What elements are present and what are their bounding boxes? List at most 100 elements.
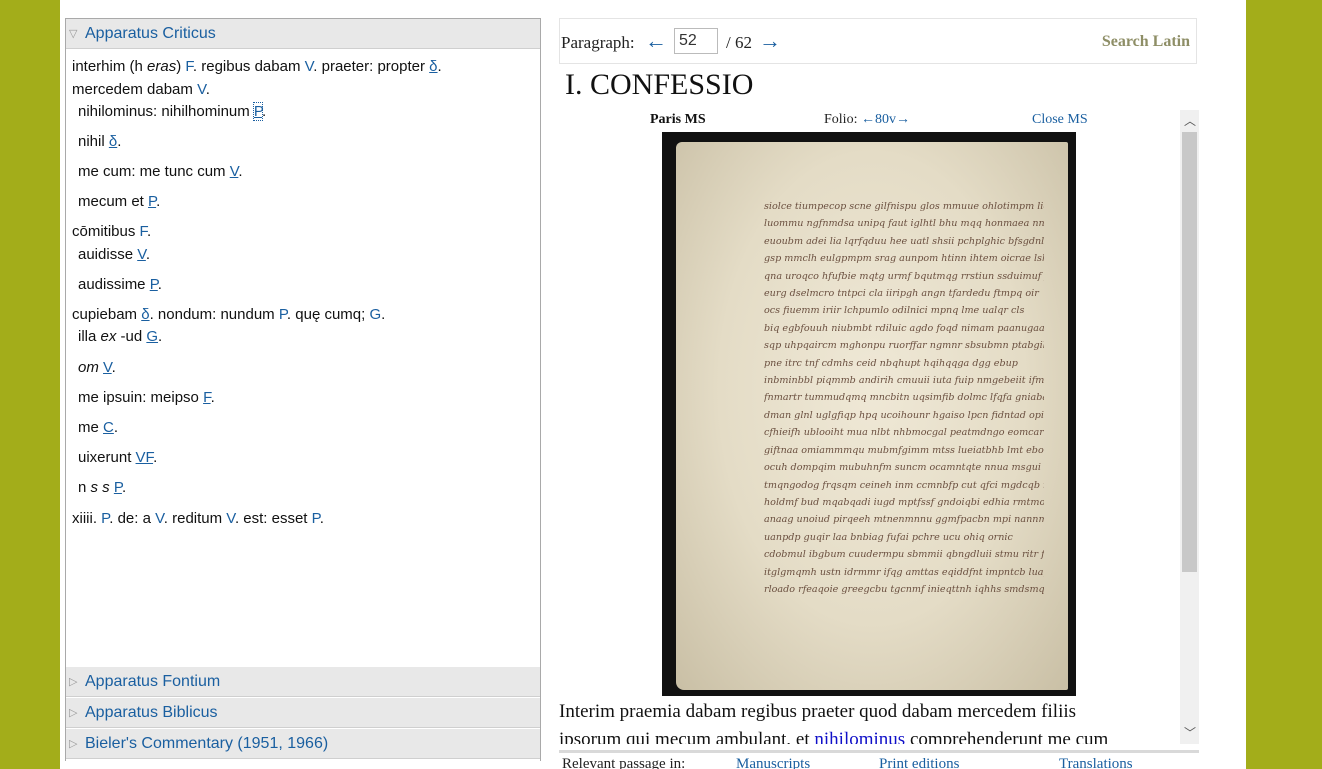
folio-previous-arrow-icon[interactable]: ← xyxy=(861,112,875,127)
apparatus-entry: uixerunt VF. xyxy=(78,447,157,469)
entry-text: audissime xyxy=(78,276,150,293)
entry-text: . xyxy=(147,223,152,240)
manuscript-viewer[interactable]: Paris MS Folio: ←80v→ Close MS siolce ti… xyxy=(559,110,1199,744)
folio-label: Folio: xyxy=(824,112,858,127)
manuscript-siglum-link[interactable]: F xyxy=(203,389,211,406)
apparatus-entry: n s s P. xyxy=(78,477,126,499)
manuscript-siglum-link[interactable]: P xyxy=(279,306,287,323)
handwriting-line: siolce tiumpecop scne gilfnispu glos mmu… xyxy=(764,201,1044,212)
manuscript-handwriting: siolce tiumpecop scne gilfnispu glos mmu… xyxy=(764,198,1044,598)
entry-text: auidisse xyxy=(78,246,138,263)
entry-text: . xyxy=(121,479,127,496)
entry-text: me cum: me tunc cum xyxy=(78,163,230,180)
entry-text: . est: esset xyxy=(234,510,312,527)
apparatus-entry: cupiebam δ. nondum: nundum P. quę cumq; … xyxy=(72,304,385,326)
entry-text: . xyxy=(238,163,243,180)
manuscript-siglum-link[interactable]: δ xyxy=(141,306,149,323)
handwriting-line: itglgmqmh ustn idrmmr ifqg amttas eqiddf… xyxy=(764,566,1044,578)
scrollbar-thumb[interactable] xyxy=(1182,132,1197,572)
apparatus-entry: auidisse V. xyxy=(78,244,150,266)
manuscript-siglum-link[interactable]: C xyxy=(103,419,114,436)
handwriting-line: qna uroqco hfufbie mqtg urmf bqutmqg rrs… xyxy=(764,270,1044,282)
manuscript-siglum-link[interactable]: F xyxy=(140,223,148,240)
entry-text: . regibus dabam xyxy=(192,58,305,75)
triangle-right-icon: ▷ xyxy=(69,676,78,688)
entry-text: . xyxy=(205,81,210,98)
paragraph-number-input[interactable] xyxy=(674,28,718,54)
manuscript-page: siolce tiumpecop scne gilfnispu glos mmu… xyxy=(676,142,1068,690)
entry-text: mecum et xyxy=(78,193,149,210)
manuscript-siglum-link[interactable]: V xyxy=(137,246,146,263)
commentary-header[interactable]: ▷ Bieler's Commentary (1951, 1966) xyxy=(66,729,540,759)
manuscript-siglum-link[interactable]: V xyxy=(155,510,164,527)
viewer-scrollbar[interactable]: ︿ ﹀ xyxy=(1180,110,1199,744)
close-manuscript-link[interactable]: Close MS xyxy=(1032,112,1088,128)
manuscript-siglum-link[interactable]: δ xyxy=(109,133,117,150)
section-title: I. CONFESSIO xyxy=(565,68,754,101)
entry-text: cōmitibus xyxy=(72,223,140,240)
handwriting-line: fnmartr tummudqmq mncbitn uqsimfib dolmc… xyxy=(764,392,1044,404)
apparatus-criticus-header[interactable]: ▽ Apparatus Criticus xyxy=(66,19,540,49)
manuscript-siglum-link[interactable]: V xyxy=(305,58,314,75)
handwriting-line: tmqngodog frqsqm ceineh inm ccmnbfp cut … xyxy=(764,479,1044,491)
entry-text: . xyxy=(153,449,158,466)
manuscript-siglum-link[interactable]: P xyxy=(148,193,156,210)
apparatus-fontium-header[interactable]: ▷ Apparatus Fontium xyxy=(66,667,540,697)
manuscript-siglum-link[interactable]: V xyxy=(197,81,206,98)
translations-link[interactable]: Translations xyxy=(1059,756,1133,769)
manuscript-siglum-link[interactable]: P xyxy=(312,510,320,527)
manuscript-siglum-link[interactable]: V xyxy=(103,359,112,376)
handwriting-line: euoubm adei lia lqrfqduu hee uatl shsii … xyxy=(764,235,1044,247)
folio-navigation: Folio: ←80v→ xyxy=(824,112,910,128)
paragraph-label: Paragraph: xyxy=(561,33,635,52)
latin-line: ipsorum qui mecum ambulant, et nihilomin… xyxy=(559,726,1180,744)
entry-text: nihilominus: nihilhominum xyxy=(78,103,254,120)
manuscript-siglum-link[interactable]: P xyxy=(114,479,122,496)
latin-text-segment: ipsorum qui mecum ambulant, et xyxy=(559,729,815,744)
relevant-passage-label: Relevant passage in: xyxy=(562,756,686,769)
latin-line: Interim praemia dabam regibus praeter qu… xyxy=(559,701,1077,722)
scroll-up-icon[interactable]: ︿ xyxy=(1184,112,1196,129)
entry-text: . xyxy=(437,58,442,75)
apparatus-entry: xiiii. P. de: a V. reditum V. est: esset… xyxy=(72,508,324,530)
print-editions-link[interactable]: Print editions xyxy=(879,756,959,769)
entry-text: cupiebam xyxy=(72,306,142,323)
apparatus-biblicus-header[interactable]: ▷ Apparatus Biblicus xyxy=(66,698,540,728)
manuscript-siglum-link[interactable]: P xyxy=(252,102,264,121)
entry-text: nihil xyxy=(78,133,109,150)
manuscript-siglum-link[interactable]: V xyxy=(226,510,235,527)
divider xyxy=(559,750,1199,753)
manuscript-siglum-link[interactable]: G xyxy=(369,306,381,323)
apparatus-entry: cōmitibus F. xyxy=(72,221,151,243)
entry-text: mercedem dabam xyxy=(72,81,198,98)
handwriting-line: eurg dselmcro tntpci cla iiripgh angn tf… xyxy=(764,288,1039,300)
apparatus-entry: nihil δ. xyxy=(78,131,121,153)
manuscript-siglum-link[interactable]: G xyxy=(146,328,158,345)
apparatus-entry: nihilominus: nihilhominum P. xyxy=(78,101,266,123)
next-paragraph-arrow-icon[interactable]: → xyxy=(759,28,781,54)
handwriting-line: inbminbbl piqmmb andirih cmuuii iuta fui… xyxy=(764,375,1044,387)
nihilominus-link[interactable]: nihilominus xyxy=(814,729,905,744)
manuscript-siglum-link[interactable]: δ xyxy=(429,58,437,75)
apparatus-entry: interhim (h eras) F. regibus dabam V. pr… xyxy=(72,56,442,78)
triangle-down-icon: ▽ xyxy=(69,28,78,40)
folio-next-arrow-icon[interactable]: → xyxy=(896,112,910,127)
apparatus-entry: me cum: me tunc cum V. xyxy=(78,161,243,183)
paragraph-navigation: Paragraph: ← / 62 → Search Latin xyxy=(559,18,1197,64)
previous-paragraph-arrow-icon[interactable]: ← xyxy=(645,28,667,54)
page-container: ▽ Apparatus Criticus interhim (h eras) F… xyxy=(60,0,1246,769)
entry-text: . de: a xyxy=(109,510,156,527)
manuscript-siglum-link[interactable]: F xyxy=(185,58,193,75)
handwriting-line: cfhieifh ublooiht mua nlbt nhbmocgal pea… xyxy=(764,427,1044,439)
manuscript-siglum-link[interactable]: VF xyxy=(136,449,154,466)
search-latin-button[interactable]: Search Latin xyxy=(1102,33,1190,51)
manuscript-image: siolce tiumpecop scne gilfnispu glos mmu… xyxy=(662,132,1076,696)
entry-text: . xyxy=(157,276,162,293)
entry-text: . praeter: propter xyxy=(313,58,430,75)
apparatus-entry: audissime P. xyxy=(78,274,162,296)
relevant-passage-bar: Relevant passage in: Manuscripts Print e… xyxy=(562,756,1202,769)
manuscripts-link[interactable]: Manuscripts xyxy=(736,756,810,769)
handwriting-line: biq egbfouuh niubmbt rdiluic agdo foqd n… xyxy=(764,322,1044,334)
scroll-down-icon[interactable]: ﹀ xyxy=(1184,724,1196,741)
manuscript-siglum-link[interactable]: P xyxy=(150,276,158,293)
